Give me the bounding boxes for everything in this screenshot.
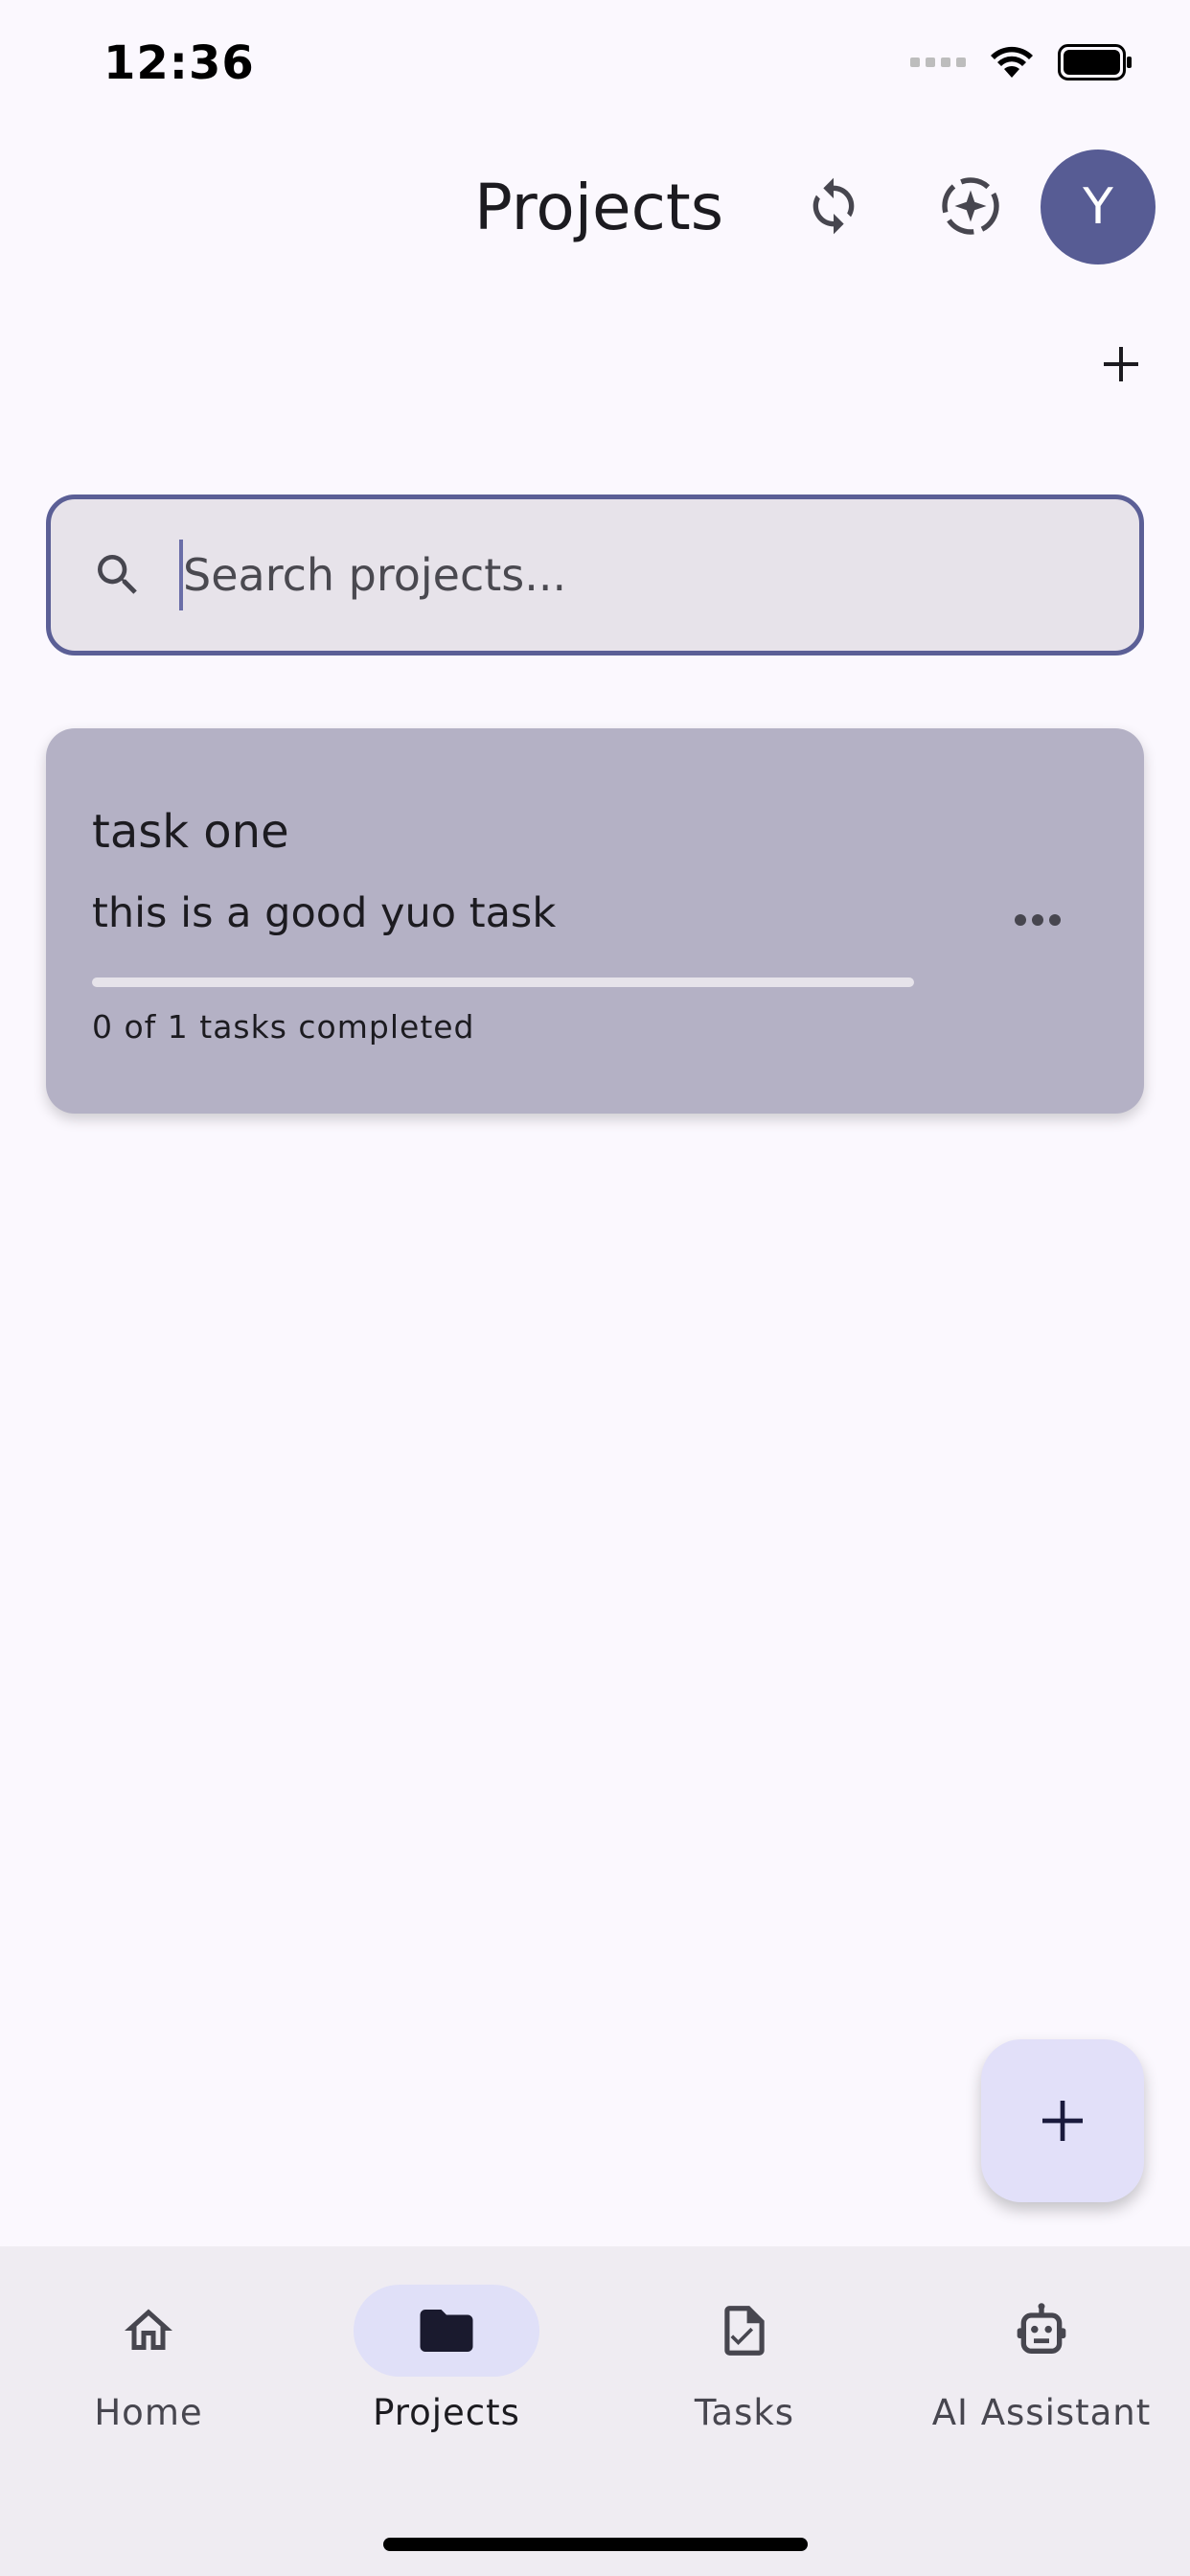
- project-progress-text: 0 of 1 tasks completed: [92, 1008, 475, 1046]
- nav-item-tasks[interactable]: Tasks: [601, 2285, 888, 2457]
- ai-sparkle-icon: [942, 177, 999, 235]
- status-time: 12:36: [103, 36, 255, 90]
- home-indicator: [383, 2538, 808, 2551]
- home-icon: [125, 2309, 172, 2350]
- new-project-fab[interactable]: [981, 2039, 1144, 2202]
- nav-active-indicator: [354, 2285, 539, 2377]
- avatar[interactable]: Y: [1041, 150, 1156, 264]
- task-check-icon: [724, 2306, 765, 2356]
- more-horizontal-icon: [1015, 914, 1061, 926]
- sync-button[interactable]: [786, 158, 881, 254]
- project-title: task one: [92, 805, 289, 859]
- search-input[interactable]: [183, 549, 1045, 601]
- cellular-signal-icon: [910, 58, 966, 67]
- battery-icon: [1058, 44, 1132, 80]
- more-options-button[interactable]: [985, 872, 1090, 968]
- status-icons: [910, 44, 1133, 80]
- project-progress-bar: [92, 978, 914, 987]
- wifi-icon: [991, 46, 1033, 78]
- sync-icon: [812, 177, 855, 235]
- nav-item-ai-assistant[interactable]: AI Assistant: [898, 2285, 1185, 2457]
- add-project-button[interactable]: [1073, 316, 1169, 412]
- ai-sparkle-button[interactable]: [923, 158, 1018, 254]
- search-field[interactable]: [46, 494, 1144, 656]
- folder-icon: [420, 2310, 473, 2352]
- plus-icon: [1104, 347, 1138, 381]
- nav-label: AI Assistant: [931, 2392, 1152, 2433]
- plus-icon: [1042, 2101, 1083, 2141]
- status-bar: 12:36: [0, 0, 1190, 134]
- page-title: Projects: [474, 171, 724, 244]
- nav-label: Tasks: [694, 2392, 795, 2433]
- nav-item-projects[interactable]: Projects: [303, 2285, 590, 2457]
- app-bar: Projects Y: [0, 144, 1190, 268]
- nav-label: Home: [94, 2392, 203, 2433]
- project-card[interactable]: task one this is a good yuo task 0 of 1 …: [46, 728, 1144, 1114]
- project-description: this is a good yuo task: [92, 889, 557, 937]
- bottom-navigation: Home Projects Tasks AI Assistant: [0, 2246, 1190, 2576]
- nav-label: Projects: [373, 2392, 520, 2433]
- nav-item-home[interactable]: Home: [5, 2285, 292, 2457]
- robot-icon: [1017, 2303, 1066, 2354]
- search-icon: [89, 546, 147, 604]
